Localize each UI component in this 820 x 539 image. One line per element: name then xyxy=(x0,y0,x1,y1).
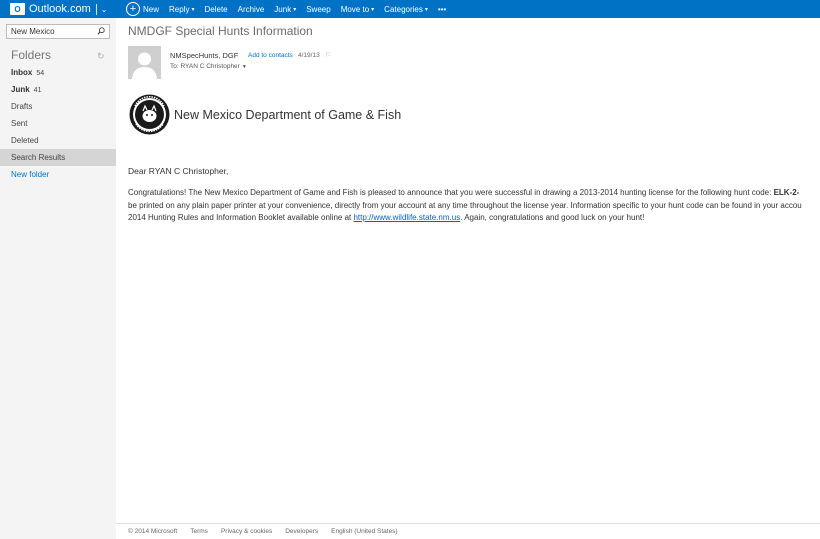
person-icon xyxy=(128,46,161,79)
wildlife-website-link[interactable]: http://www.wildlife.state.nm.us xyxy=(353,213,460,222)
sidebar-item-junk[interactable]: Junk 41 xyxy=(0,81,116,98)
sidebar-item-label: Deleted xyxy=(11,136,39,145)
new-folder-link[interactable]: New folder xyxy=(0,166,116,183)
outlook-brand[interactable]: O Outlook.com ⌄ xyxy=(0,0,116,18)
more-options-button[interactable]: ••• xyxy=(433,0,451,18)
page-footer: © 2014 Microsoft Terms Privacy & cookies… xyxy=(116,523,820,539)
chevron-down-icon: ▼ xyxy=(241,64,247,70)
plus-icon: + xyxy=(126,2,140,16)
sender-name[interactable]: NMSpecHunts, DGF xyxy=(170,51,238,60)
sidebar-item-search-results[interactable]: Search Results xyxy=(0,149,116,166)
folder-sidebar: New Mexico Folders ↻ Inbox 54 Junk 41 Draf… xyxy=(0,18,116,539)
reply-button[interactable]: Reply ▾ xyxy=(164,0,199,18)
archive-button[interactable]: Archive xyxy=(233,0,270,18)
junk-button[interactable]: Junk ▾ xyxy=(269,0,301,18)
body-line-2: be printed on any plain paper printer at… xyxy=(128,200,802,210)
avatar xyxy=(128,46,161,79)
developers-link[interactable]: Developers xyxy=(285,528,318,535)
sidebar-item-label: Search Results xyxy=(11,153,66,162)
recipient-text: To: RYAN C Christopher xyxy=(170,63,240,70)
brand-separator xyxy=(95,3,97,15)
search-value: New Mexico xyxy=(11,27,55,36)
message-date: 4/19/13 xyxy=(298,52,320,59)
flag-icon[interactable]: ⚐ xyxy=(325,51,331,59)
sidebar-item-deleted[interactable]: Deleted xyxy=(0,132,116,149)
hunt-code: ELK-2- xyxy=(773,188,800,197)
add-to-contacts-link[interactable]: Add to contacts xyxy=(248,52,293,59)
unread-count: 41 xyxy=(33,87,42,94)
search-icon[interactable] xyxy=(97,27,105,35)
chevron-down-icon: ▾ xyxy=(293,6,297,13)
unread-count: 54 xyxy=(36,70,45,77)
junk-label: Junk xyxy=(274,4,292,14)
delete-button[interactable]: Delete xyxy=(199,0,232,18)
body-line-1: Congratulations! The New Mexico Departme… xyxy=(128,187,820,200)
sidebar-item-label: Inbox xyxy=(11,68,33,77)
terms-link[interactable]: Terms xyxy=(190,528,208,535)
delete-label: Delete xyxy=(204,4,228,14)
move-to-button[interactable]: Move to ▾ xyxy=(336,0,379,18)
brand-name: Outlook.com xyxy=(29,3,91,15)
recipient-line[interactable]: To: RYAN C Christopher ▼ xyxy=(170,63,247,70)
refresh-icon[interactable]: ↻ xyxy=(97,51,105,62)
sidebar-item-label: Sent xyxy=(11,119,28,128)
chevron-down-icon: ▾ xyxy=(191,6,195,13)
privacy-link[interactable]: Privacy & cookies xyxy=(221,528,272,535)
new-button[interactable]: + New xyxy=(116,0,164,18)
sidebar-item-label: Drafts xyxy=(11,102,33,111)
new-folder-label: New folder xyxy=(11,170,50,179)
more-icon: ••• xyxy=(437,4,447,14)
chevron-down-icon: ▾ xyxy=(371,6,375,13)
top-command-bar: O Outlook.com ⌄ + New Reply ▾ Delete Arch… xyxy=(0,0,820,18)
body-text: Congratulations! The New Mexico Departme… xyxy=(128,188,774,197)
body-line-3: 2014 Hunting Rules and Information Bookl… xyxy=(128,212,820,225)
message-subject: NMDGF Special Hunts Information xyxy=(128,24,313,38)
body-text: 2014 Hunting Rules and Information Bookl… xyxy=(128,213,354,222)
message-body: Congratulations! The New Mexico Departme… xyxy=(128,187,820,225)
new-label: New xyxy=(143,4,160,14)
search-input[interactable]: New Mexico xyxy=(6,24,110,39)
sidebar-item-drafts[interactable]: Drafts xyxy=(0,98,116,115)
categories-label: Categories xyxy=(384,4,423,14)
sidebar-item-inbox[interactable]: Inbox 54 xyxy=(0,64,116,81)
outlook-logo-icon: O xyxy=(10,3,25,15)
categories-button[interactable]: Categories ▾ xyxy=(379,0,433,18)
sweep-label: Sweep xyxy=(306,4,331,14)
copyright-text: © 2014 Microsoft xyxy=(128,528,178,535)
language-link[interactable]: English (United States) xyxy=(331,528,397,535)
archive-label: Archive xyxy=(237,4,265,14)
game-and-fish-seal-logo xyxy=(129,94,170,135)
sidebar-item-label: Junk xyxy=(11,85,30,94)
sidebar-item-sent[interactable]: Sent xyxy=(0,115,116,132)
sweep-button[interactable]: Sweep xyxy=(301,0,335,18)
organization-name: New Mexico Department of Game & Fish xyxy=(174,108,402,122)
chevron-down-icon: ▾ xyxy=(424,6,428,13)
chevron-down-icon[interactable]: ⌄ xyxy=(101,5,108,14)
reply-label: Reply xyxy=(169,4,190,14)
body-text: . Again, congratulations and good luck o… xyxy=(460,213,645,222)
move-to-label: Move to xyxy=(340,4,370,14)
folders-heading: Folders xyxy=(11,48,52,62)
message-greeting: Dear RYAN C Christopher, xyxy=(128,166,229,176)
